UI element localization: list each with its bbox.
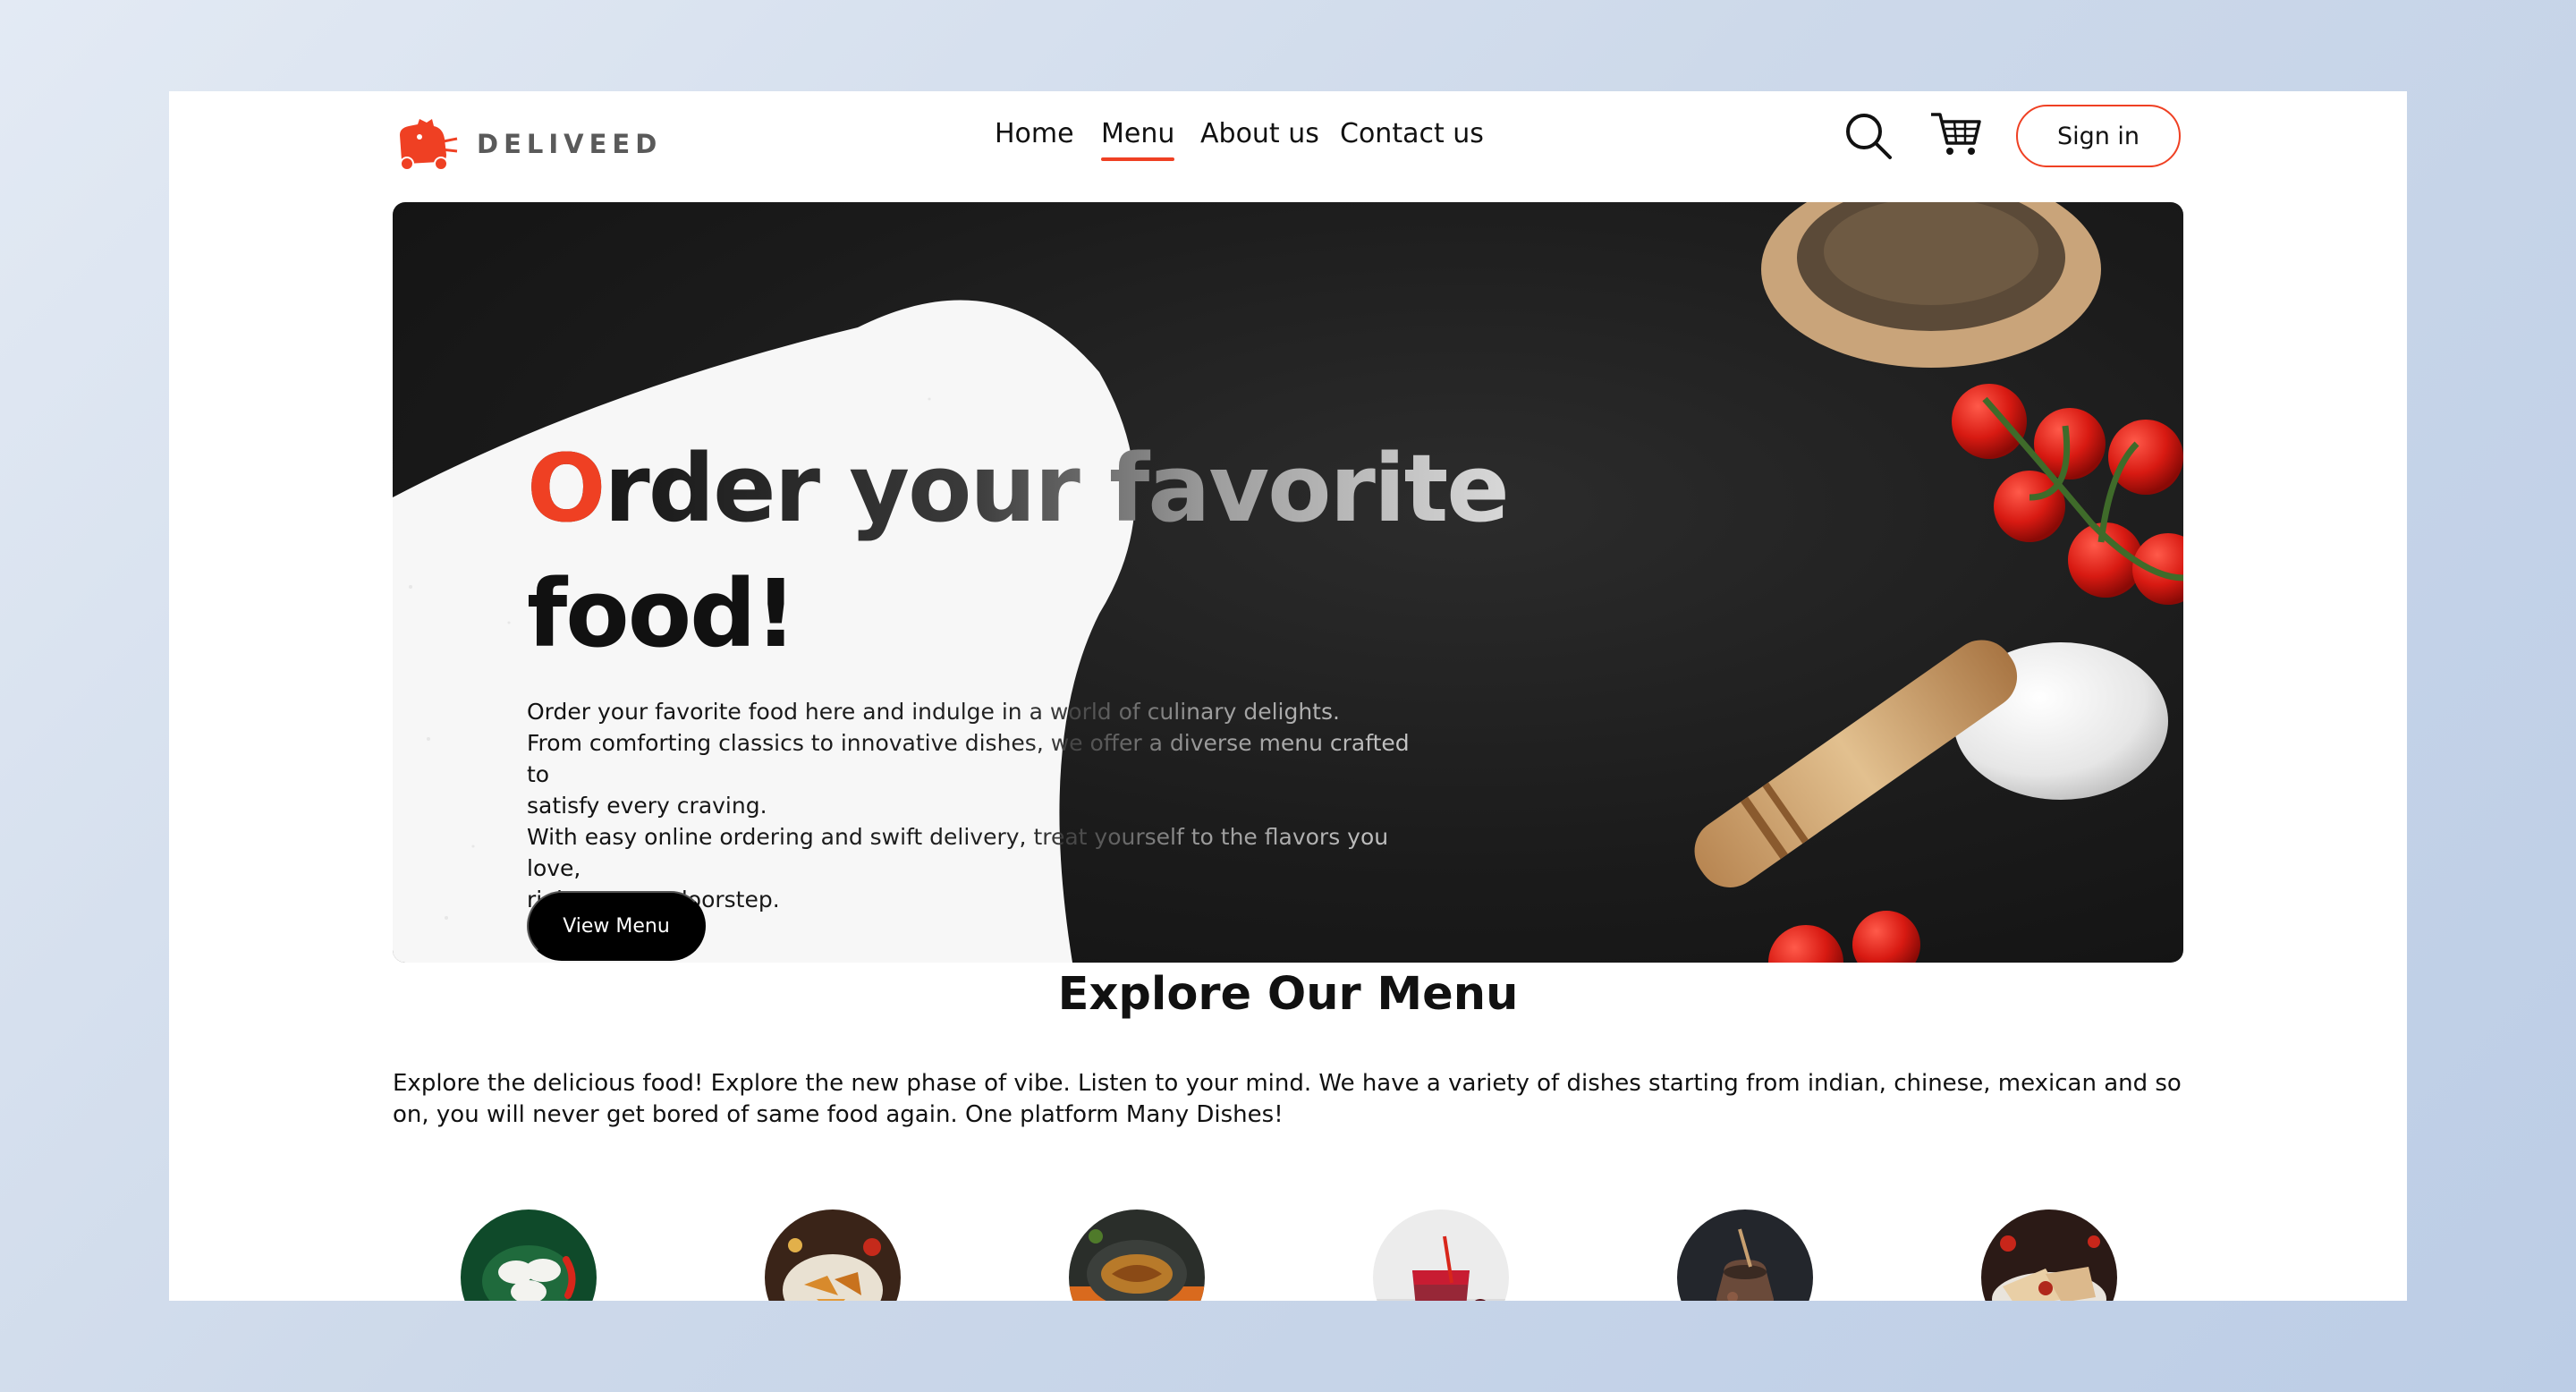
hero-description-line: With easy online ordering and swift deli… — [527, 824, 1389, 881]
wrap-dish-image — [1981, 1210, 2117, 1301]
fish-curry-dish-image — [1069, 1210, 1205, 1301]
nav-menu-link[interactable]: Menu — [1101, 116, 1175, 161]
clay-pot-dish-image — [1677, 1210, 1813, 1301]
nav-about-link[interactable]: About us — [1200, 116, 1319, 152]
hero-title-line1: rder your favorite — [604, 434, 1508, 543]
hero-description-line: From comforting classics to innovative d… — [527, 730, 1410, 787]
explore-description: Explore the delicious food! Explore the … — [393, 1070, 2182, 1128]
nav-contact-link[interactable]: Contact us — [1340, 116, 1484, 152]
dish-thumbnail-fried-snacks[interactable] — [765, 1210, 901, 1301]
dish-thumbnail-fish-curry[interactable] — [1069, 1210, 1205, 1301]
sign-in-button[interactable]: Sign in — [2016, 105, 2181, 167]
hero-description-line: satisfy every craving. — [527, 793, 767, 819]
dish-thumbnail-idli[interactable] — [461, 1210, 597, 1301]
hero-description: Order your favorite food here and indulg… — [527, 696, 1421, 915]
page-frame: DELIVEED Home Menu About us Contact us S… — [169, 91, 2407, 1301]
hero-title-line2: food! — [527, 559, 797, 668]
hero-banner: Order your favorite food! Order your fav… — [393, 202, 2183, 963]
search-icon[interactable] — [1843, 111, 1894, 161]
dish-thumbnail-clay-pot[interactable] — [1677, 1210, 1813, 1301]
hero-title: Order your favorite food! — [527, 426, 1508, 676]
explore-title: Explore Our Menu — [1057, 968, 1519, 1021]
hero-description-line: Order your favorite food here and indulg… — [527, 699, 1340, 725]
nav-home-link[interactable]: Home — [995, 116, 1074, 152]
hero-title-first-letter: O — [527, 434, 606, 543]
cart-icon[interactable] — [1929, 109, 1983, 159]
view-menu-button[interactable]: View Menu — [527, 891, 706, 961]
fried-snacks-dish-image — [765, 1210, 901, 1301]
dish-thumbnail-wrap[interactable] — [1981, 1210, 2117, 1301]
red-drink-dish-image — [1373, 1210, 1509, 1301]
idli-dish-image — [461, 1210, 597, 1301]
dish-thumbnail-red-drink[interactable] — [1373, 1210, 1509, 1301]
